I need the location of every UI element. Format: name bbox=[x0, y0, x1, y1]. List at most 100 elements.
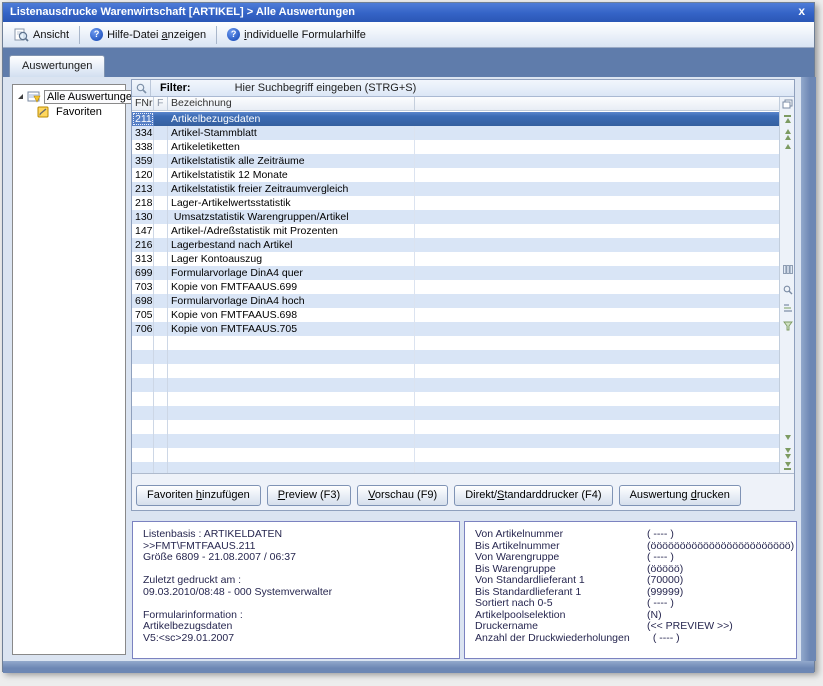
cell-fnr[interactable]: 218 bbox=[132, 196, 154, 210]
cell-f[interactable] bbox=[154, 210, 168, 224]
cell-bezeichnung[interactable]: Artikel-/Adreßstatistik mit Prozenten bbox=[168, 224, 415, 238]
cell-f[interactable] bbox=[154, 182, 168, 196]
table-row-empty bbox=[132, 364, 779, 378]
cell-f[interactable] bbox=[154, 196, 168, 210]
cell-fnr[interactable]: 211 bbox=[132, 112, 154, 126]
tab-auswertungen[interactable]: Auswertungen bbox=[9, 55, 105, 77]
table-row[interactable]: 359 Artikelstatistik alle Zeiträume bbox=[132, 154, 779, 168]
cell-bezeichnung[interactable]: Kopie von FMTFAAUS.699 bbox=[168, 280, 415, 294]
cell-fnr[interactable]: 703 bbox=[132, 280, 154, 294]
table-row[interactable]: 120 Artikelstatistik 12 Monate bbox=[132, 168, 779, 182]
cell-fnr[interactable]: 359 bbox=[132, 154, 154, 168]
table-row[interactable]: 213 Artikelstatistik freier Zeitraumvergl… bbox=[132, 182, 779, 196]
cell-f[interactable] bbox=[154, 154, 168, 168]
cell-empty bbox=[415, 434, 779, 448]
cell-f[interactable] bbox=[154, 238, 168, 252]
cell-f[interactable] bbox=[154, 322, 168, 336]
cell-fnr[interactable]: 699 bbox=[132, 266, 154, 280]
cell-f[interactable] bbox=[154, 112, 168, 126]
line-down-icon[interactable] bbox=[780, 435, 795, 440]
column-options-icon[interactable] bbox=[780, 265, 795, 274]
cell-fnr[interactable]: 216 bbox=[132, 238, 154, 252]
copy-icon[interactable] bbox=[780, 99, 795, 109]
cell-fnr[interactable]: 130 bbox=[132, 210, 154, 224]
table-row[interactable]: 211 Artikelbezugsdaten bbox=[132, 112, 779, 126]
action-button-2[interactable]: Vorschau (F9) bbox=[357, 485, 448, 506]
cell-fnr[interactable]: 147 bbox=[132, 224, 154, 238]
cell-bezeichnung[interactable]: Lager-Artikelwertsstatistik bbox=[168, 196, 415, 210]
cell-f[interactable] bbox=[154, 266, 168, 280]
cell-bezeichnung[interactable]: Formularvorlage DinA4 quer bbox=[168, 266, 415, 280]
close-icon[interactable]: x bbox=[798, 3, 805, 22]
action-button-1[interactable]: Preview (F3) bbox=[267, 485, 351, 506]
filter-funnel-icon[interactable] bbox=[780, 321, 795, 331]
cell-bezeichnung[interactable]: Umsatzstatistik Warengruppen/Artikel bbox=[168, 210, 415, 224]
cell-f[interactable] bbox=[154, 308, 168, 322]
cell-bezeichnung[interactable]: Formularvorlage DinA4 hoch bbox=[168, 294, 415, 308]
column-header-f[interactable]: F bbox=[154, 97, 168, 110]
table-row[interactable]: 313 Lager Kontoauszug bbox=[132, 252, 779, 266]
line-up-icon[interactable] bbox=[780, 144, 795, 149]
table-row[interactable]: 705 Kopie von FMTFAAUS.698 bbox=[132, 308, 779, 322]
table-row[interactable]: 706 Kopie von FMTFAAUS.705 bbox=[132, 322, 779, 336]
tree-item-alle-auswertungen[interactable]: Alle Auswertungen bbox=[13, 89, 125, 105]
cell-bezeichnung[interactable]: Kopie von FMTFAAUS.698 bbox=[168, 308, 415, 322]
cell-fnr[interactable]: 698 bbox=[132, 294, 154, 308]
cell-fnr[interactable]: 313 bbox=[132, 252, 154, 266]
cell-bezeichnung[interactable]: Artikelstatistik freier Zeitraumvergleic… bbox=[168, 182, 415, 196]
column-header-bezeichnung[interactable]: Bezeichnung bbox=[168, 97, 415, 110]
action-button-3[interactable]: Direkt/Standarddrucker (F4) bbox=[454, 485, 612, 506]
filter-bar: Filter: Hier Suchbegriff eingeben (STRG+… bbox=[132, 80, 794, 97]
table-row[interactable]: 338 Artikeletiketten bbox=[132, 140, 779, 154]
cell-f[interactable] bbox=[154, 140, 168, 154]
table-row[interactable]: 216 Lagerbestand nach Artikel bbox=[132, 238, 779, 252]
filter-search-input[interactable]: Hier Suchbegriff eingeben (STRG+S) bbox=[235, 82, 417, 94]
cell-bezeichnung[interactable]: Artikelstatistik alle Zeiträume bbox=[168, 154, 415, 168]
cell-f[interactable] bbox=[154, 294, 168, 308]
tree-expander-icon[interactable] bbox=[18, 94, 23, 99]
cell-fnr[interactable]: 120 bbox=[132, 168, 154, 182]
action-button-4[interactable]: Auswertung drucken bbox=[619, 485, 741, 506]
cell-bezeichnung[interactable]: Artikelbezugsdaten bbox=[168, 112, 415, 126]
page-up-icon[interactable] bbox=[780, 129, 795, 140]
scroll-top-icon[interactable] bbox=[780, 115, 795, 123]
table-row[interactable]: 130 Umsatzstatistik Warengruppen/Artikel bbox=[132, 210, 779, 224]
filter-search-icon[interactable] bbox=[132, 80, 151, 96]
cell-bezeichnung[interactable]: Artikel-Stammblatt bbox=[168, 126, 415, 140]
table-row[interactable]: 699 Formularvorlage DinA4 quer bbox=[132, 266, 779, 280]
cell-fnr[interactable]: 338 bbox=[132, 140, 154, 154]
cell-bezeichnung[interactable]: Lager Kontoauszug bbox=[168, 252, 415, 266]
cell-bezeichnung[interactable]: Kopie von FMTFAAUS.705 bbox=[168, 322, 415, 336]
toolbar-button-hilfe-datei[interactable]: ? Hilfe-Datei anzeigen bbox=[83, 26, 213, 43]
cell-f[interactable] bbox=[154, 252, 168, 266]
cell-fnr[interactable]: 705 bbox=[132, 308, 154, 322]
title-bar: Listenausdrucke Warenwirtschaft [ARTIKEL… bbox=[3, 3, 814, 22]
cell-f[interactable] bbox=[154, 168, 168, 182]
table-row[interactable]: 703 Kopie von FMTFAAUS.699 bbox=[132, 280, 779, 294]
summary-icon[interactable] bbox=[780, 303, 795, 312]
page-down-icon[interactable] bbox=[780, 448, 795, 459]
cell-f[interactable] bbox=[154, 280, 168, 294]
tree-item-favoriten[interactable]: Favoriten bbox=[13, 105, 125, 119]
cell-fnr[interactable]: 213 bbox=[132, 182, 154, 196]
cell-bezeichnung[interactable]: Artikeletiketten bbox=[168, 140, 415, 154]
cell-fnr[interactable]: 334 bbox=[132, 126, 154, 140]
cell-bezeichnung[interactable]: Artikelstatistik 12 Monate bbox=[168, 168, 415, 182]
scroll-bottom-icon[interactable] bbox=[780, 462, 795, 470]
table-row[interactable]: 334 Artikel-Stammblatt bbox=[132, 126, 779, 140]
toolbar-button-formularhilfe[interactable]: ? individuelle Formularhilfe bbox=[220, 26, 373, 43]
cell-f[interactable] bbox=[154, 126, 168, 140]
info-line: 09.03.2010/08:48 - 000 Systemverwalter bbox=[143, 587, 449, 599]
column-header-fnr[interactable]: FNr bbox=[132, 97, 154, 110]
cell-empty bbox=[415, 238, 779, 252]
search-icon[interactable] bbox=[780, 285, 795, 295]
parameter-label: Sortiert nach 0-5 bbox=[475, 598, 647, 610]
table-row[interactable]: 698 Formularvorlage DinA4 hoch bbox=[132, 294, 779, 308]
table-row[interactable]: 147 Artikel-/Adreßstatistik mit Prozenten bbox=[132, 224, 779, 238]
toolbar-button-ansicht[interactable]: Ansicht bbox=[7, 26, 76, 44]
action-button-0[interactable]: Favoriten hinzufügen bbox=[136, 485, 261, 506]
cell-fnr[interactable]: 706 bbox=[132, 322, 154, 336]
cell-f[interactable] bbox=[154, 224, 168, 238]
cell-bezeichnung[interactable]: Lagerbestand nach Artikel bbox=[168, 238, 415, 252]
table-row[interactable]: 218 Lager-Artikelwertsstatistik bbox=[132, 196, 779, 210]
